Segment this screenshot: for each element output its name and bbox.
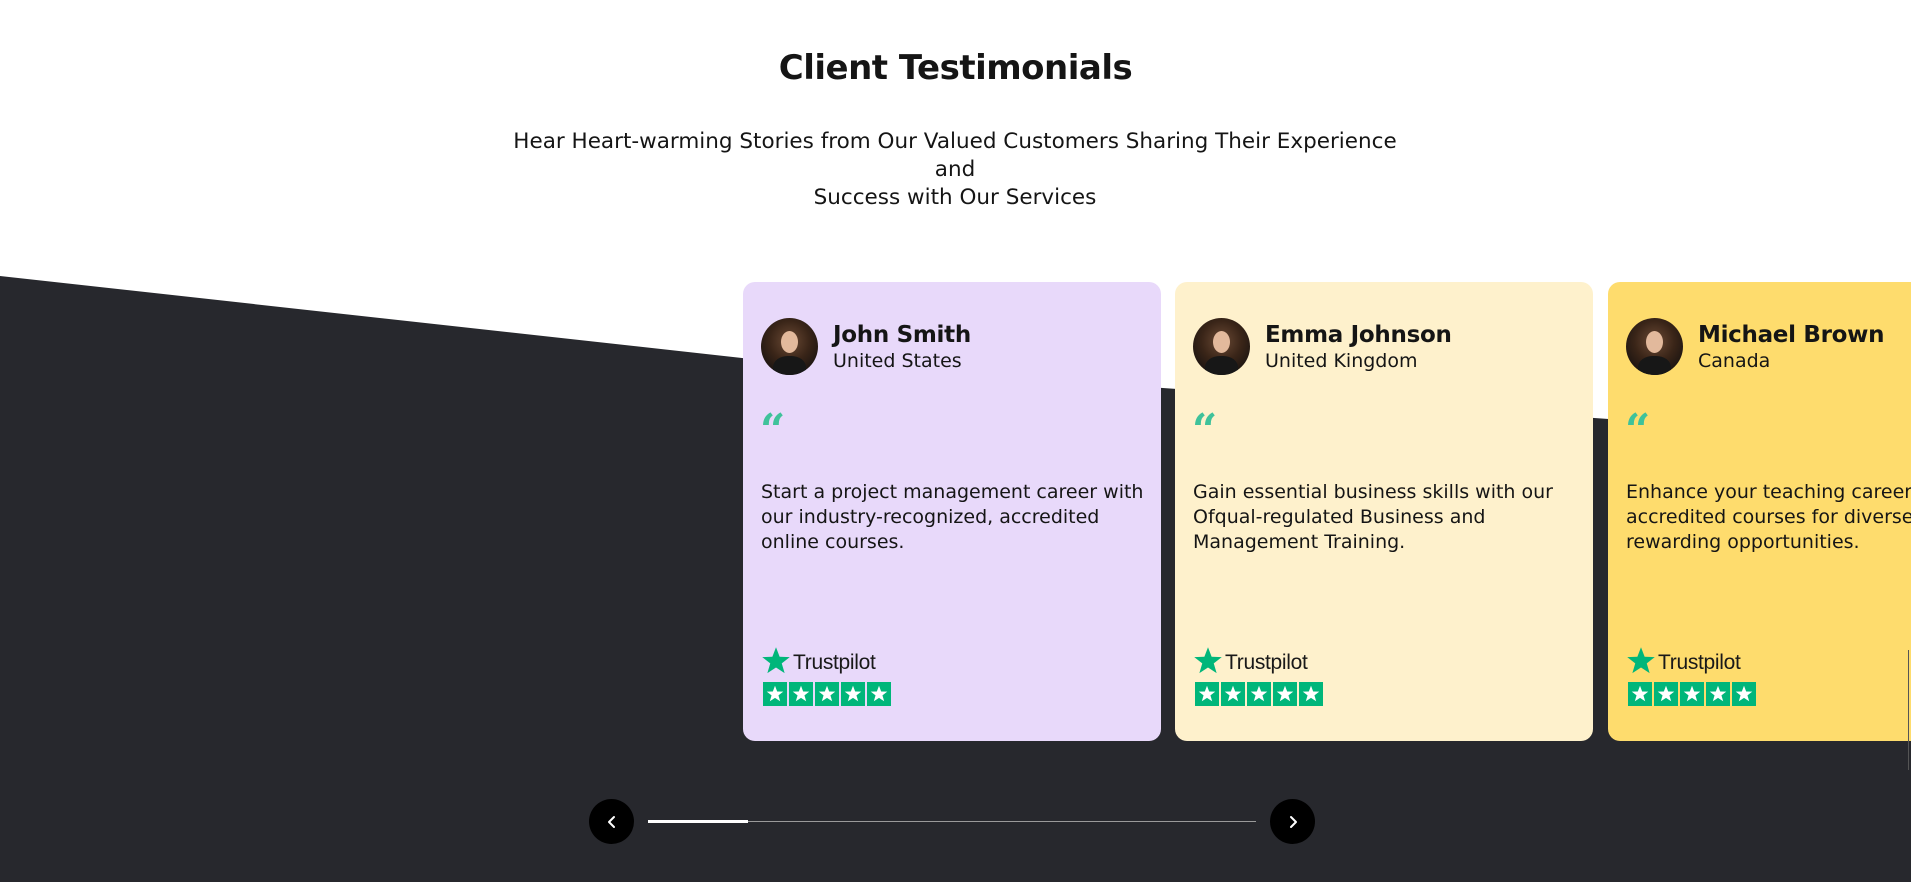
star-icon — [1732, 682, 1756, 706]
quote-icon: “ — [1625, 405, 1651, 456]
testimonial-text-line: Management Training. — [1193, 531, 1406, 553]
trustpilot-rating: Trustpilot — [761, 646, 896, 708]
testimonial-card[interactable]: John Smith United States “ Start a proje… — [743, 282, 1161, 741]
star-icon — [1628, 682, 1652, 706]
star-icon — [1247, 682, 1271, 706]
testimonial-text-line: our industry-recognized, accredited — [761, 506, 1100, 528]
carousel-progress-bar — [648, 820, 1256, 823]
trustpilot-star-icon — [762, 647, 790, 674]
testimonial-name: Michael Brown — [1698, 322, 1885, 348]
trustpilot-star-icon — [1627, 647, 1655, 674]
avatar — [761, 318, 818, 375]
star-icon — [1680, 682, 1704, 706]
star-icon — [1299, 682, 1323, 706]
testimonial-text-line: accredited courses for diverse — [1626, 506, 1911, 528]
avatar — [1626, 318, 1683, 375]
testimonial-text: Enhance your teaching career v accredite… — [1626, 480, 1911, 555]
testimonial-carousel: John Smith United States “ Start a proje… — [0, 0, 1911, 882]
chevron-right-icon — [1289, 815, 1297, 828]
carousel-prev-button[interactable] — [589, 799, 634, 844]
scrollbar[interactable] — [1908, 650, 1909, 770]
testimonial-country: United States — [833, 350, 962, 372]
carousel-progress-fill — [648, 820, 749, 823]
testimonial-text-line: Gain essential business skills with our — [1193, 481, 1553, 503]
testimonial-name: Emma Johnson — [1265, 322, 1452, 348]
star-icon — [815, 682, 839, 706]
testimonial-card[interactable]: Michael Brown Canada “ Enhance your teac… — [1608, 282, 1911, 741]
star-icon — [789, 682, 813, 706]
quote-icon: “ — [1192, 405, 1218, 456]
testimonial-text-line: Ofqual-regulated Business and — [1193, 506, 1486, 528]
rating-stars — [1195, 682, 1323, 706]
carousel-next-button[interactable] — [1270, 799, 1315, 844]
star-icon — [1654, 682, 1678, 706]
trustpilot-wordmark: Trustpilot — [1225, 651, 1308, 674]
rating-stars — [763, 682, 891, 706]
testimonial-text-line: Enhance your teaching career v — [1626, 481, 1911, 503]
chevron-left-icon — [607, 815, 615, 828]
testimonial-text-line: online courses. — [761, 531, 905, 553]
trustpilot-rating: Trustpilot — [1193, 646, 1328, 708]
trustpilot-wordmark: Trustpilot — [1658, 651, 1741, 674]
testimonial-name: John Smith — [833, 322, 971, 348]
testimonial-text: Gain essential business skills with our … — [1193, 480, 1578, 555]
star-icon — [841, 682, 865, 706]
testimonial-country: United Kingdom — [1265, 350, 1418, 372]
trustpilot-rating: Trustpilot — [1626, 646, 1761, 708]
testimonial-country: Canada — [1698, 350, 1771, 372]
star-icon — [1221, 682, 1245, 706]
star-icon — [763, 682, 787, 706]
testimonial-card[interactable]: Emma Johnson United Kingdom “ Gain essen… — [1175, 282, 1593, 741]
star-icon — [1706, 682, 1730, 706]
testimonial-text-line: rewarding opportunities. — [1626, 531, 1860, 553]
star-icon — [1273, 682, 1297, 706]
trustpilot-star-icon — [1194, 647, 1222, 674]
quote-icon: “ — [760, 405, 786, 456]
star-icon — [1195, 682, 1219, 706]
testimonial-text: Start a project management career with o… — [761, 480, 1146, 555]
trustpilot-wordmark: Trustpilot — [793, 651, 876, 674]
avatar — [1193, 318, 1250, 375]
rating-stars — [1628, 682, 1756, 706]
testimonial-text-line: Start a project management career with — [761, 481, 1144, 503]
star-icon — [867, 682, 891, 706]
